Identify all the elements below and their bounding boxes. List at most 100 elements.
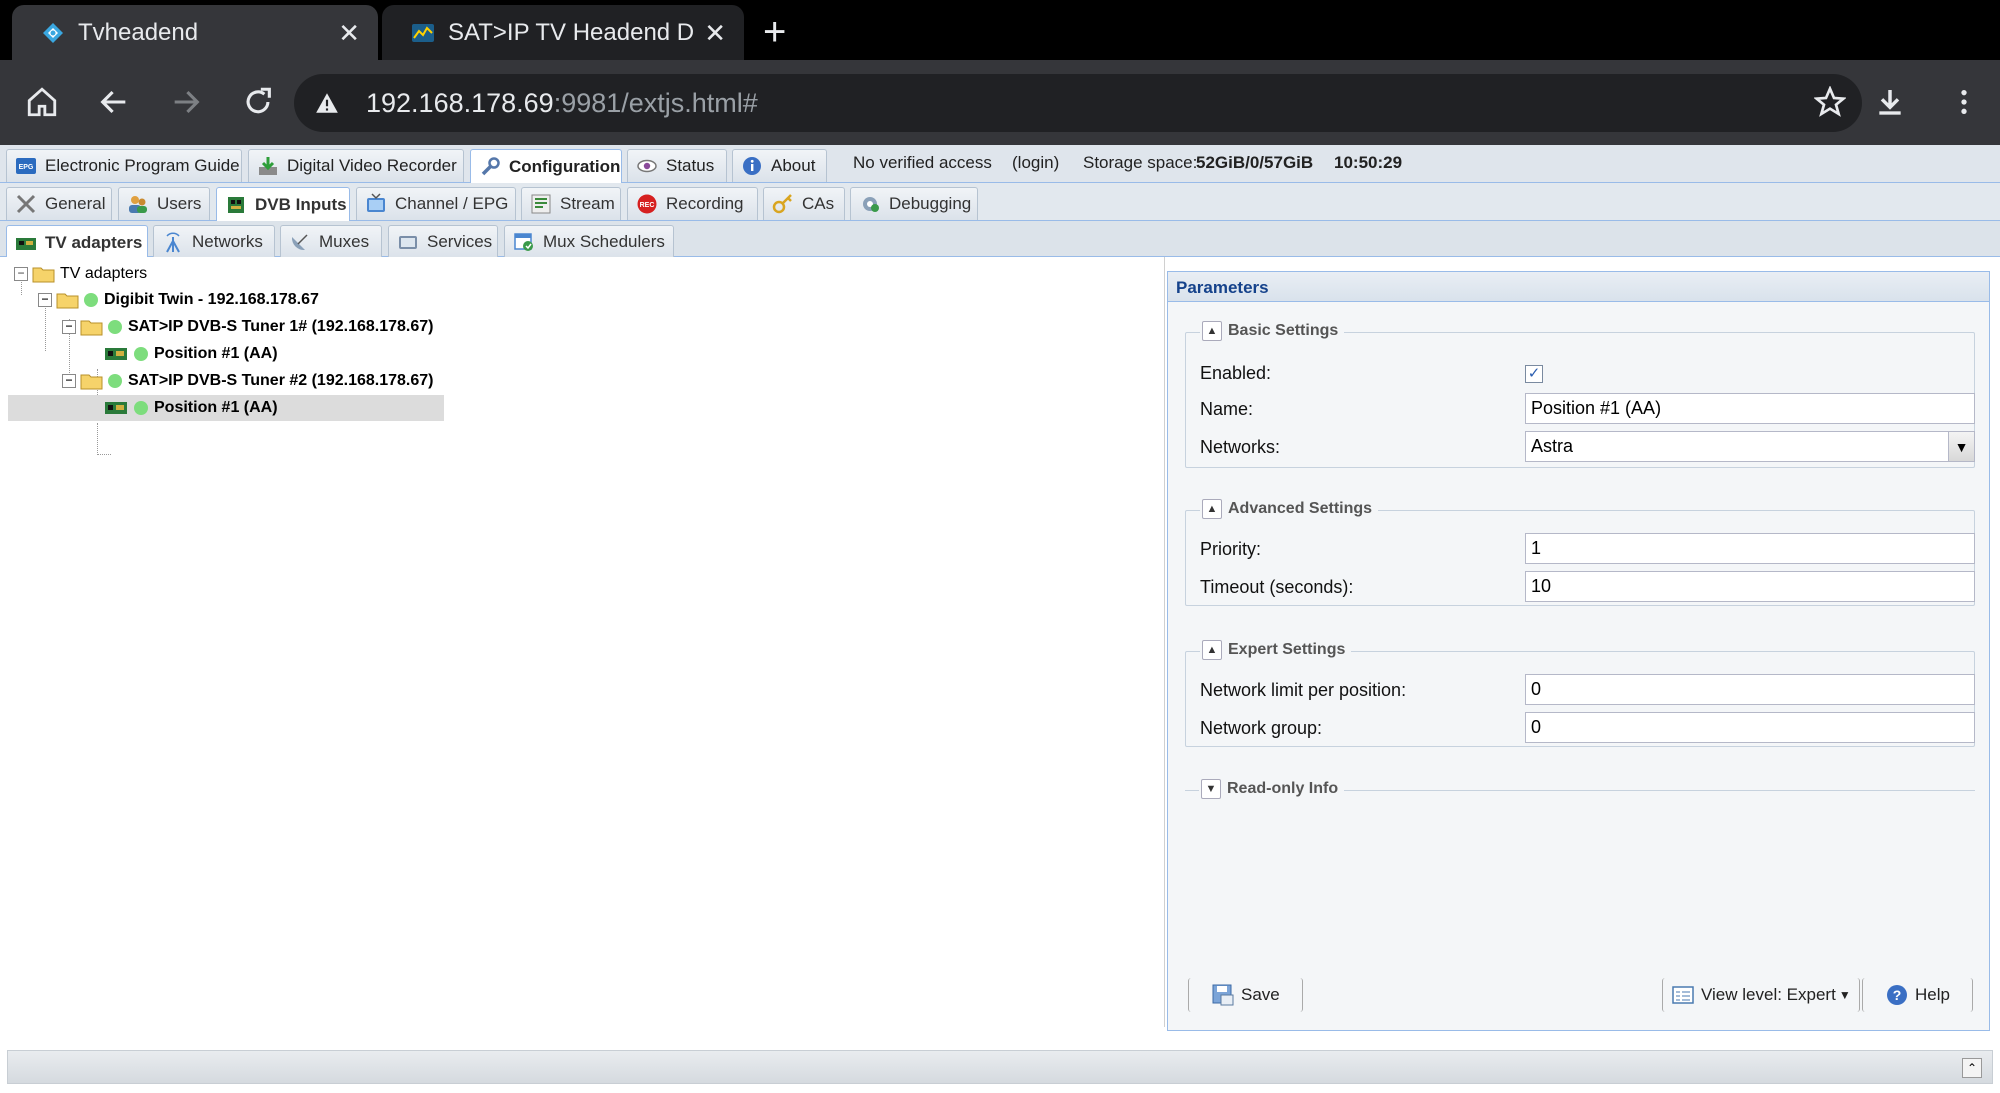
tvheadend-app: EPG Electronic Program Guide Digital Vid…	[0, 145, 2000, 1093]
enabled-label: Enabled:	[1200, 363, 1272, 383]
info-icon	[743, 157, 761, 175]
close-tab-icon[interactable]: ✕	[704, 20, 726, 46]
key-icon	[772, 194, 792, 214]
tree-label: SAT>IP DVB-S Tuner #2 (192.168.178.67)	[128, 372, 434, 389]
tab-debugging[interactable]: Debugging	[850, 187, 978, 220]
stream-icon	[531, 194, 551, 214]
reload-icon[interactable]	[236, 80, 280, 124]
adapter-tree: − TV adapters − Digibit Twin - 192.168.1…	[0, 257, 1165, 1027]
url-path: :9981/extjs.html#	[553, 87, 758, 118]
timeout-input[interactable]	[1525, 571, 1975, 602]
help-icon: ?	[1887, 985, 1907, 1005]
view-level-dropdown[interactable]: View level: Expert ▼	[1662, 978, 1860, 1012]
view-level-icon	[1672, 986, 1694, 1004]
priority-input[interactable]	[1525, 533, 1975, 564]
back-icon[interactable]	[92, 80, 136, 124]
timeout-label: Timeout (seconds):	[1200, 577, 1354, 597]
tab-about[interactable]: About	[732, 149, 827, 182]
tab-mux-schedulers[interactable]: Mux Schedulers	[504, 225, 674, 258]
readonly-info-legend[interactable]: ▼ Read-only Info	[1199, 779, 1345, 799]
tab-muxes[interactable]: Muxes	[280, 225, 382, 258]
bookmark-star-icon[interactable]	[1808, 80, 1852, 124]
networks-select[interactable]: Astra ▼	[1525, 431, 1975, 462]
record-icon: REC	[637, 194, 657, 214]
help-button[interactable]: ? Help	[1862, 978, 1973, 1012]
enabled-checkbox[interactable]: ✓	[1525, 365, 1543, 383]
status-bar: ⌃	[7, 1050, 1993, 1084]
tree-node-device[interactable]: − Digibit Twin - 192.168.178.67	[38, 287, 319, 313]
status-ok-icon	[134, 401, 148, 415]
readonly-info-fieldset: ▼ Read-only Info	[1185, 779, 1975, 799]
tab-users[interactable]: Users	[118, 187, 210, 220]
menu-kebab-icon[interactable]	[1942, 80, 1986, 124]
chevron-down-icon[interactable]: ▼	[1948, 432, 1974, 461]
tree-label: Digibit Twin - 192.168.178.67	[104, 291, 319, 308]
network-group-input[interactable]	[1525, 712, 1975, 743]
tab-channel-epg[interactable]: Channel / EPG	[356, 187, 516, 220]
storage-value: 52GiB/0/57GiB	[1196, 153, 1314, 172]
tools-icon	[16, 194, 36, 214]
forward-icon[interactable]	[164, 80, 208, 124]
tab-label: Electronic Program Guide	[45, 156, 240, 175]
save-icon	[1212, 984, 1234, 1006]
basic-settings-legend[interactable]: ▲ Basic Settings	[1200, 321, 1345, 341]
tree-node-tuner-1-position[interactable]: Position #1 (AA)	[104, 341, 278, 367]
tab-label: Users	[157, 194, 202, 213]
tab-status[interactable]: Status	[627, 149, 727, 182]
tab-networks[interactable]: Networks	[153, 225, 275, 258]
collapse-icon[interactable]: −	[62, 374, 76, 388]
tab-label: Recording	[666, 194, 744, 213]
tree-node-tv-adapters[interactable]: − TV adapters	[14, 261, 147, 287]
tab-dvb-inputs[interactable]: DVB Inputs	[216, 187, 350, 221]
tree-node-tuner-2-position[interactable]: Position #1 (AA)	[8, 395, 444, 421]
download-icon[interactable]	[1868, 80, 1912, 124]
tab-services[interactable]: Services	[388, 225, 498, 258]
tab-label: Digital Video Recorder	[287, 156, 457, 175]
not-secure-warning-icon[interactable]	[310, 86, 344, 120]
expert-settings-legend[interactable]: ▲ Expert Settings	[1200, 640, 1352, 660]
tab-label: Services	[427, 232, 493, 251]
collapse-icon[interactable]: −	[38, 293, 52, 307]
browser-tabstrip: Tvheadend ✕ SAT>IP TV Headend DVB- ✕ +	[0, 0, 2000, 60]
address-bar[interactable]: 192.168.178.69:9981/extjs.html#	[294, 74, 1862, 132]
dvb-tab-bar: TV adapters Networks Muxes Services Mux …	[0, 221, 2000, 259]
tree-node-tuner-2[interactable]: − SAT>IP DVB-S Tuner #2 (192.168.178.67)	[62, 368, 433, 394]
storage-label: Storage space:	[1083, 153, 1198, 172]
expand-down-icon[interactable]: ▼	[1201, 779, 1221, 799]
basic-settings-fieldset: ▲ Basic Settings Enabled: ✓ Name: Networ…	[1185, 321, 1975, 468]
collapse-icon[interactable]: −	[14, 267, 28, 281]
tree-node-tuner-1[interactable]: − SAT>IP DVB-S Tuner 1# (192.168.178.67)	[62, 314, 433, 340]
tab-dvr[interactable]: Digital Video Recorder	[248, 149, 464, 182]
tab-label: CAs	[802, 194, 835, 213]
tree-label: SAT>IP DVB-S Tuner 1# (192.168.178.67)	[128, 318, 434, 335]
tab-tv-adapters[interactable]: TV adapters	[6, 225, 148, 259]
home-icon[interactable]	[20, 80, 64, 124]
network-group-label: Network group:	[1200, 718, 1323, 738]
collapse-icon[interactable]: −	[62, 320, 76, 334]
tab-stream[interactable]: Stream	[521, 187, 621, 220]
save-button[interactable]: Save	[1188, 978, 1303, 1012]
chart-favicon-icon	[410, 20, 436, 46]
collapse-up-icon[interactable]: ▲	[1202, 321, 1222, 341]
tv-icon	[367, 193, 385, 212]
collapse-up-icon[interactable]: ▲	[1202, 640, 1222, 660]
tab-recording[interactable]: REC Recording	[627, 187, 758, 220]
name-input[interactable]	[1525, 393, 1975, 424]
collapse-up-icon[interactable]: ▲	[1202, 499, 1222, 519]
login-link[interactable]: (login)	[1012, 153, 1059, 173]
new-tab-icon[interactable]: +	[763, 12, 786, 52]
tab-general[interactable]: General	[6, 187, 112, 220]
network-limit-input[interactable]	[1525, 674, 1975, 705]
debug-gear-icon	[863, 197, 879, 212]
collapse-log-icon[interactable]: ⌃	[1962, 1058, 1982, 1078]
browser-tab-satip[interactable]: SAT>IP TV Headend DVB- ✕	[382, 5, 744, 60]
tab-cas[interactable]: CAs	[763, 187, 845, 220]
tab-label: Networks	[192, 232, 263, 251]
browser-tab-tvheadend[interactable]: Tvheadend ✕	[12, 5, 378, 60]
tab-configuration[interactable]: Configuration	[470, 149, 622, 183]
close-tab-icon[interactable]: ✕	[338, 20, 360, 46]
advanced-settings-legend[interactable]: ▲ Advanced Settings	[1200, 499, 1379, 519]
tree-label: Position #1 (AA)	[154, 399, 278, 416]
tree-label: TV adapters	[60, 265, 148, 282]
tab-epg[interactable]: EPG Electronic Program Guide	[6, 149, 242, 182]
